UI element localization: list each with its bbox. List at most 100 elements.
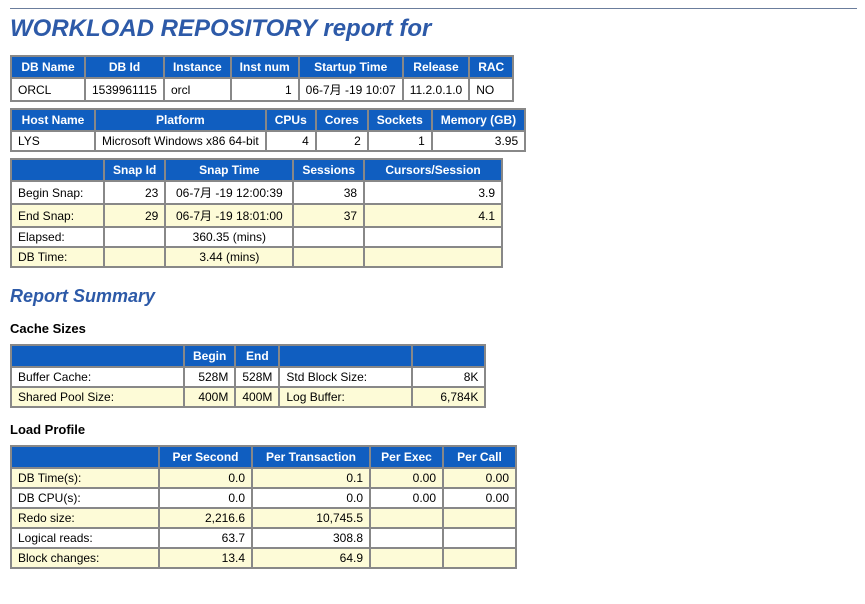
table-cache: Begin End Buffer Cache: 528M 528M Std Bl… [10, 344, 486, 408]
table-row: Buffer Cache: 528M 528M Std Block Size: … [12, 368, 484, 386]
col-instance: Instance [165, 57, 230, 77]
table-row: End Snap: 29 06-7月 -19 18:01:00 37 4.1 [12, 205, 501, 226]
cell: 0.1 [253, 469, 369, 487]
cell: 360.35 (mins) [166, 228, 292, 246]
cell: Logical reads: [12, 529, 158, 547]
cell: 0.0 [160, 469, 251, 487]
col-blank [12, 346, 183, 366]
cell: ORCL [12, 79, 84, 100]
table-row: Shared Pool Size: 400M 400M Log Buffer: … [12, 388, 484, 406]
cell [371, 509, 442, 527]
cell: 1 [369, 132, 431, 150]
cell: 1 [232, 79, 298, 100]
cell: DB Time: [12, 248, 103, 266]
cell: 3.44 (mins) [166, 248, 292, 266]
cell: Elapsed: [12, 228, 103, 246]
cell: DB CPU(s): [12, 489, 158, 507]
col-rac: RAC [470, 57, 512, 77]
col-per-txn: Per Transaction [253, 447, 369, 467]
col-snap-id: Snap Id [105, 160, 164, 180]
cell [105, 248, 164, 266]
cell: 13.4 [160, 549, 251, 567]
col-per-exec: Per Exec [371, 447, 442, 467]
table-load-profile: Per Second Per Transaction Per Exec Per … [10, 445, 517, 569]
cell: Shared Pool Size: [12, 388, 183, 406]
cell: End Snap: [12, 205, 103, 226]
cell: 0.00 [371, 489, 442, 507]
cell: Microsoft Windows x86 64-bit [96, 132, 265, 150]
col-sockets: Sockets [369, 110, 431, 130]
cell [371, 549, 442, 567]
table-row: DB Time(s): 0.0 0.1 0.00 0.00 [12, 469, 515, 487]
table-db: DB Name DB Id Instance Inst num Startup … [10, 55, 514, 102]
cell: orcl [165, 79, 230, 100]
col-db-id: DB Id [86, 57, 163, 77]
cell: 308.8 [253, 529, 369, 547]
cell: LYS [12, 132, 94, 150]
cell: Redo size: [12, 509, 158, 527]
cell: 0.00 [444, 489, 515, 507]
cell: 29 [105, 205, 164, 226]
cell [294, 248, 363, 266]
col-db-name: DB Name [12, 57, 84, 77]
cell: 0.0 [160, 489, 251, 507]
col-release: Release [404, 57, 469, 77]
cell: 3.9 [365, 182, 501, 203]
cell: 528M [236, 368, 278, 386]
col-startup-time: Startup Time [300, 57, 402, 77]
cell: 06-7月 -19 10:07 [300, 79, 402, 100]
col-cores: Cores [317, 110, 367, 130]
cell: 400M [236, 388, 278, 406]
cell [105, 228, 164, 246]
cell: Begin Snap: [12, 182, 103, 203]
col-per-call: Per Call [444, 447, 515, 467]
table-row: LYS Microsoft Windows x86 64-bit 4 2 1 3… [12, 132, 524, 150]
col-snap-time: Snap Time [166, 160, 292, 180]
load-profile-title: Load Profile [10, 422, 857, 437]
cell [294, 228, 363, 246]
table-row: Logical reads: 63.7 308.8 [12, 529, 515, 547]
page-title: WORKLOAD REPOSITORY report for [10, 15, 857, 43]
col-begin: Begin [185, 346, 234, 366]
table-row: Elapsed: 360.35 (mins) [12, 228, 501, 246]
cell: 23 [105, 182, 164, 203]
cell: 11.2.0.1.0 [404, 79, 469, 100]
cell: 8K [413, 368, 484, 386]
table-snap: Snap Id Snap Time Sessions Cursors/Sessi… [10, 158, 503, 268]
cell: 6,784K [413, 388, 484, 406]
col-end: End [236, 346, 278, 366]
cell: 528M [185, 368, 234, 386]
cache-sizes-title: Cache Sizes [10, 321, 857, 336]
cell: 37 [294, 205, 363, 226]
cell: Log Buffer: [280, 388, 411, 406]
cell: DB Time(s): [12, 469, 158, 487]
cell: 4 [267, 132, 315, 150]
cell: 400M [185, 388, 234, 406]
cell: 0.0 [253, 489, 369, 507]
cell: 2 [317, 132, 367, 150]
cell: Block changes: [12, 549, 158, 567]
cell: 2,216.6 [160, 509, 251, 527]
cell: 06-7月 -19 12:00:39 [166, 182, 292, 203]
table-row: DB Time: 3.44 (mins) [12, 248, 501, 266]
cell: 10,745.5 [253, 509, 369, 527]
cell: 64.9 [253, 549, 369, 567]
col-blank3 [413, 346, 484, 366]
cell: 63.7 [160, 529, 251, 547]
table-host: Host Name Platform CPUs Cores Sockets Me… [10, 108, 526, 152]
table-row: Redo size: 2,216.6 10,745.5 [12, 509, 515, 527]
cell: 1539961115 [86, 79, 163, 100]
cell: 0.00 [444, 469, 515, 487]
col-host-name: Host Name [12, 110, 94, 130]
col-platform: Platform [96, 110, 265, 130]
col-inst-num: Inst num [232, 57, 298, 77]
table-row: DB CPU(s): 0.0 0.0 0.00 0.00 [12, 489, 515, 507]
cell: NO [470, 79, 512, 100]
col-cpus: CPUs [267, 110, 315, 130]
col-memory: Memory (GB) [433, 110, 524, 130]
cell: Buffer Cache: [12, 368, 183, 386]
cell [444, 529, 515, 547]
cell [365, 248, 501, 266]
col-sessions: Sessions [294, 160, 363, 180]
cell: 0.00 [371, 469, 442, 487]
